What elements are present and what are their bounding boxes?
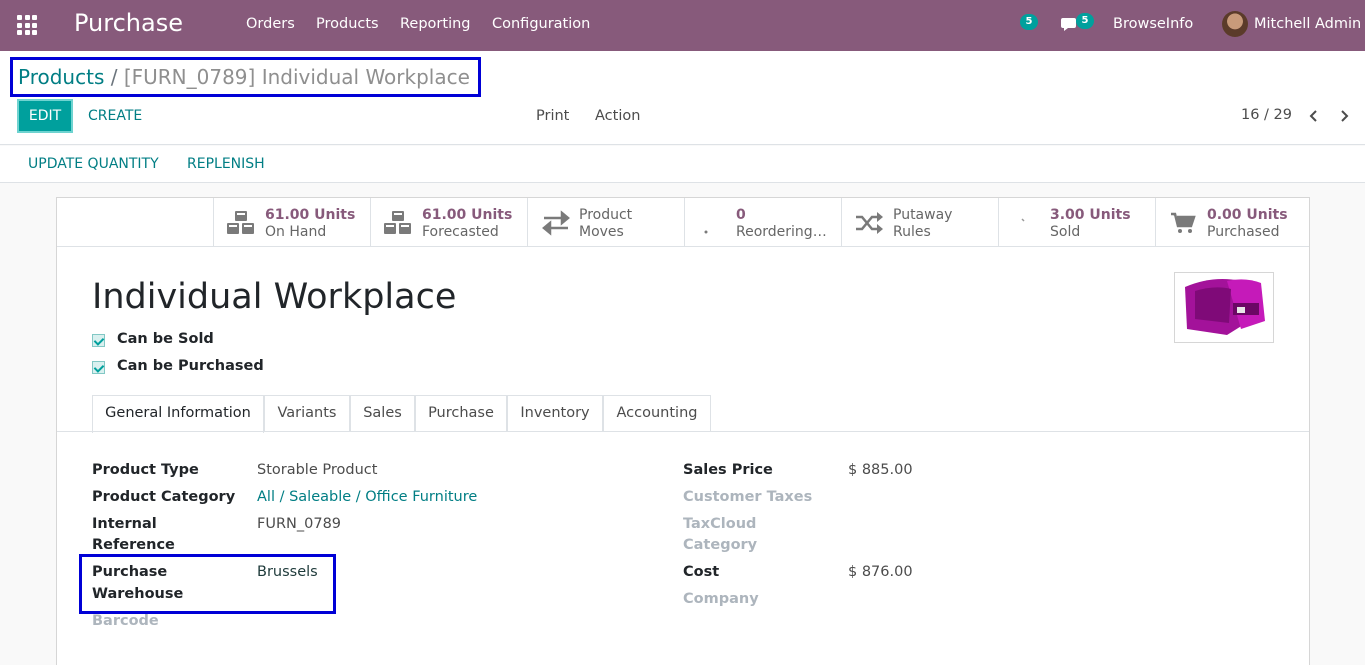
menu-reporting[interactable]: Reporting (400, 16, 471, 32)
stat-label: Forecasted (422, 224, 499, 240)
cost-value[interactable]: $ 876.00 (848, 562, 913, 583)
signal-icon (1021, 218, 1025, 222)
control-panel: Products / [FURN_0789] Individual Workpl… (0, 51, 1365, 145)
barcode-label: Barcode (92, 613, 159, 629)
cart-icon (1171, 212, 1196, 233)
stat-value: Putaway (893, 207, 953, 223)
pager-previous-icon[interactable] (1306, 107, 1322, 125)
breadcrumb-separator: / (110, 65, 118, 89)
random-icon (856, 212, 883, 234)
stat-label: On Hand (265, 224, 327, 240)
product-category-label: Product Category (92, 489, 236, 505)
stat-forecasted[interactable]: 61.00 Units Forecasted (370, 198, 527, 246)
pager-next-icon[interactable] (1336, 107, 1352, 125)
stat-value: Product (579, 207, 633, 223)
stat-label: Moves (579, 224, 624, 240)
tab-general-information[interactable]: General Information (92, 395, 264, 433)
stat-on-hand[interactable]: 61.00 Units On Hand (213, 198, 370, 246)
sales-price-value[interactable]: $ 885.00 (848, 460, 913, 481)
purchase-warehouse-label: Purchase (92, 564, 168, 580)
stat-value: 0 (736, 207, 746, 223)
tab-variants[interactable]: Variants (264, 395, 350, 432)
internal-reference-value[interactable]: FURN_0789 (257, 514, 341, 535)
exchange-arrows-icon (542, 210, 570, 236)
stat-label: Rules (893, 224, 931, 240)
stat-value: 0.00 Units (1207, 207, 1288, 223)
user-menu[interactable]: Mitchell Admin (1254, 16, 1361, 32)
refresh-icon (704, 230, 708, 234)
stat-value: 3.00 Units (1050, 207, 1131, 223)
stat-divider (57, 246, 1309, 247)
menu-products[interactable]: Products (316, 16, 379, 32)
create-button[interactable]: CREATE (88, 108, 142, 124)
sales-price-label: Sales Price (683, 462, 773, 478)
activity-badge[interactable]: 5 (1020, 14, 1038, 30)
tab-inventory[interactable]: Inventory (507, 395, 603, 432)
update-quantity-button[interactable]: UPDATE QUANTITY (28, 156, 159, 172)
can-be-purchased-label: Can be Purchased (117, 358, 264, 374)
stat-label: Purchased (1207, 224, 1280, 240)
taxcloud-category-label-line2: Category (683, 537, 758, 553)
menu-orders[interactable]: Orders (246, 16, 295, 32)
tab-accounting[interactable]: Accounting (603, 395, 711, 432)
top-navbar: Purchase Orders Products Reporting Confi… (0, 0, 1365, 51)
tab-purchase[interactable]: Purchase (415, 395, 507, 432)
product-type-label: Product Type (92, 462, 199, 478)
company-switcher[interactable]: BrowseInfo (1113, 16, 1193, 32)
messages-badge[interactable]: 5 (1076, 13, 1094, 29)
can-be-sold-label: Can be Sold (117, 331, 214, 347)
customer-taxes-label: Customer Taxes (683, 489, 813, 505)
can-be-purchased-checkbox[interactable] (92, 361, 105, 374)
form-statusbar: UPDATE QUANTITY REPLENISH (0, 146, 1365, 183)
cubes-icon (384, 211, 411, 234)
purchase-warehouse-value[interactable]: Brussels (257, 562, 318, 583)
stat-sold[interactable]: 3.00 Units Sold (998, 198, 1155, 246)
breadcrumb-current: [FURN_0789] Individual Workplace (123, 65, 470, 89)
stat-reordering[interactable]: 0 Reordering… (684, 198, 841, 246)
stat-product-moves[interactable]: Product Moves (527, 198, 684, 246)
internal-reference-label: Internal (92, 516, 157, 532)
internal-reference-label-line2: Reference (92, 537, 175, 553)
menu-configuration[interactable]: Configuration (492, 16, 590, 32)
product-name[interactable]: Individual Workplace (92, 277, 456, 317)
can-be-sold-checkbox[interactable] (92, 334, 105, 347)
apps-menu-icon[interactable] (17, 15, 37, 35)
product-image[interactable] (1174, 272, 1274, 343)
user-avatar[interactable] (1222, 11, 1248, 37)
company-label: Company (683, 591, 759, 607)
tab-sales[interactable]: Sales (350, 395, 415, 432)
purchase-warehouse-label-line2: Warehouse (92, 586, 184, 602)
edit-button[interactable]: EDIT (17, 99, 73, 133)
stat-label: Sold (1050, 224, 1081, 240)
print-dropdown[interactable]: Print (536, 108, 569, 124)
form-sheet: 61.00 Units On Hand 61.00 Units Forecast… (56, 197, 1310, 665)
breadcrumb-products-link[interactable]: Products (18, 65, 104, 89)
stat-value: 61.00 Units (265, 207, 356, 223)
stat-value: 61.00 Units (422, 207, 513, 223)
product-photo (1175, 273, 1273, 342)
product-category-link[interactable]: All / Saleable / Office Furniture (257, 487, 477, 508)
app-brand[interactable]: Purchase (74, 9, 183, 37)
tabs-divider (57, 431, 1309, 432)
action-dropdown[interactable]: Action (595, 108, 640, 124)
stat-label: Reordering… (736, 224, 827, 240)
stat-purchased[interactable]: 0.00 Units Purchased (1155, 198, 1309, 246)
pager-value[interactable]: 16 / 29 (1241, 107, 1292, 123)
taxcloud-category-label: TaxCloud (683, 516, 757, 532)
cost-label: Cost (683, 564, 720, 580)
cubes-icon (227, 211, 254, 234)
stat-putaway-rules[interactable]: Putaway Rules (841, 198, 998, 246)
breadcrumb: Products / [FURN_0789] Individual Workpl… (18, 65, 470, 89)
product-type-value[interactable]: Storable Product (257, 460, 377, 481)
replenish-button[interactable]: REPLENISH (187, 156, 265, 172)
